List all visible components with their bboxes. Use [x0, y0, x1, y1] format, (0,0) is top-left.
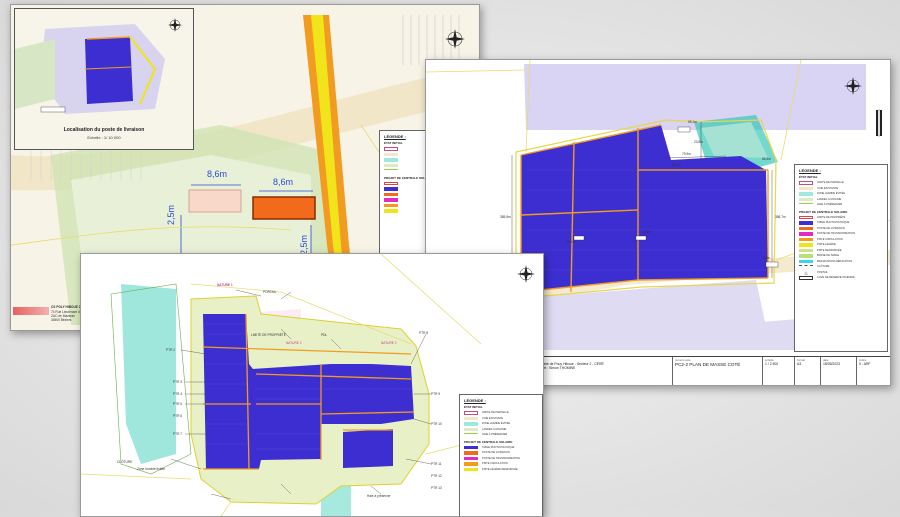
legend-label: PISTE CIRCULATION [482, 462, 508, 466]
date-value: 18/05/2023 [823, 362, 840, 366]
legend-label: HAIE À PRÉSERVER [817, 203, 843, 207]
dimension-label: 23,8m [694, 140, 703, 144]
legend-label: LIMITE DE PROPRIÉTÉ [817, 215, 846, 219]
legend-label: LIMITE DE PARCELLE [817, 181, 844, 185]
pv-array [343, 429, 393, 468]
legend-label: TABLE PHOTOVOLTAÏQUE [482, 445, 515, 449]
callout-label: NATURE 2 [381, 341, 397, 345]
legend-group: PROJET DE CENTRALE SOLAIRE [464, 439, 513, 444]
dimension-label: 8,6m [207, 169, 228, 179]
callout-label: LIMITE DE PROPRIÉTÉ [251, 333, 286, 337]
callout-label: PTR 10 [431, 422, 442, 426]
callout-label: PTR 12 [431, 474, 442, 478]
legend-title: LÉGENDE : [799, 168, 821, 173]
callout-label: PTR 5 [173, 402, 183, 406]
callout-label: CLÔTURE [117, 460, 133, 464]
legend-label: PORTAIL [817, 270, 828, 274]
callout-label: NATURE 2 [286, 341, 302, 345]
scale-value: 1 / 2 500 [765, 362, 779, 366]
dimension-label: 79,9m [682, 152, 691, 156]
legend-label: PISTE CIRCULATION [817, 237, 843, 241]
legend-group: ÉTAT INITIAL [799, 175, 818, 179]
footer-company: CS POLY HIBOUE 2 [51, 305, 81, 309]
callout-label: PTR 2 [166, 348, 176, 352]
dimension-label: 2,5m [166, 204, 176, 225]
callout-label: Zone humide évitée [137, 467, 165, 471]
dimension-label: 6,8m [763, 256, 771, 260]
legend-label: BASSE DE SABLE [817, 254, 840, 258]
document-title: PC2-2 PLAN DE MASSE COTÉ [675, 362, 741, 367]
dimension-label: 8,6m [273, 177, 294, 187]
legend-label: LIMITE DE PARCELLE [482, 411, 509, 415]
callout-label: PTR 9 [431, 392, 441, 396]
footer-logo [13, 307, 49, 315]
callout-label: PTR 7 [173, 432, 183, 436]
callout-label: NATURE 1 [217, 283, 233, 287]
plan-sheet-masse: NATURE 1 PORTAIL NATURE 2 NATURE 2 LIMIT… [80, 253, 544, 517]
legend-label: CUVE DE RÉSERVE INCENDIE [817, 276, 855, 280]
delivery-station [252, 196, 316, 220]
legend-label: PISTE RENFORCÉE [817, 248, 842, 252]
index-value: 0 - ARF [859, 362, 871, 366]
format-value: A3 [797, 362, 802, 366]
legend-label: VOIE EXISTANTE [482, 416, 504, 420]
legend-label: VOIE EXISTANTE [817, 186, 839, 190]
legend-panel: LÉGENDE : ÉTAT INITIAL LIMITE DE PARCELL… [794, 164, 888, 352]
dimension-label: 65,1m [688, 120, 697, 124]
project-manager: Chef de projet : Simon THOMINE [525, 366, 576, 370]
legend-label: POSTE DE LIVRAISON [817, 226, 845, 230]
dimension-label: 66,5m [762, 157, 771, 161]
inset-scale: Echelle : 1/ 10 000 [87, 135, 121, 140]
existing-building [188, 189, 242, 213]
callout-label: PTR 11 [431, 462, 442, 466]
callout-label: PTR 8 [419, 331, 429, 335]
callout-label: Haie à préserver [367, 494, 391, 498]
legend-label: ZONE HUMIDE ÉVITÉE [482, 422, 511, 426]
legend-label: LANDES À MOLINIE [817, 197, 842, 201]
dimension-label: 14,8m [642, 230, 651, 234]
dimension-label: 65,7m [672, 163, 681, 167]
legend-label: HAIE À PRÉSERVER [482, 433, 508, 437]
callout-label: PTR 6 [173, 414, 183, 418]
scale-bar [876, 109, 882, 137]
inset-map: Localisation du poste de livraison Echel… [14, 8, 194, 150]
legend-label: POSTE DE LIVRAISON [482, 451, 510, 455]
legend-label: ZONE HUMIDE ÉVITÉE [817, 192, 846, 196]
callout-label: PTR 3 [173, 380, 183, 384]
legend-label: BASSIN ÉTANCHÉIFICATION [817, 259, 853, 263]
inset-title: Localisation du poste de livraison [63, 127, 145, 133]
callout-label: PDL [321, 333, 328, 337]
dimension-label: 385,8m [500, 215, 511, 219]
callout-label: PTR 13 [431, 486, 442, 490]
legend-label: POSTE DE TRANSFORMATION [817, 232, 855, 236]
legend-group: PROJET DE CENTRALE SOLAIRE [799, 209, 848, 214]
legend-label: PISTE LÉGÈRE [817, 243, 836, 247]
legend-label: POSTE DE TRANSFORMATION [482, 456, 520, 460]
legend-label: PISTE LÉGÈRE RENFORCÉE [482, 467, 518, 471]
callout-label: PTR 4 [173, 392, 183, 396]
dimension-label: 388,7m [775, 215, 786, 219]
legend-panel: LÉGENDE : ÉTAT INITIAL LIMITE DE PARCELL… [459, 394, 543, 516]
legend-label: CLÔTURE [817, 265, 830, 269]
legend-label: TABLE PHOTOVOLTAÏQUE [817, 221, 850, 225]
legend-label: LANDES À MOLINIE [482, 427, 507, 431]
dimension-label: 10,1m [566, 240, 575, 244]
callout-label: PORTAIL [263, 290, 277, 294]
legend-group: ÉTAT INITIAL [464, 405, 483, 409]
dimension-label: 2,5m [299, 234, 309, 255]
footer-address-line: 34500 Béziers [51, 318, 72, 322]
legend-title: LÉGENDE : [464, 398, 486, 403]
